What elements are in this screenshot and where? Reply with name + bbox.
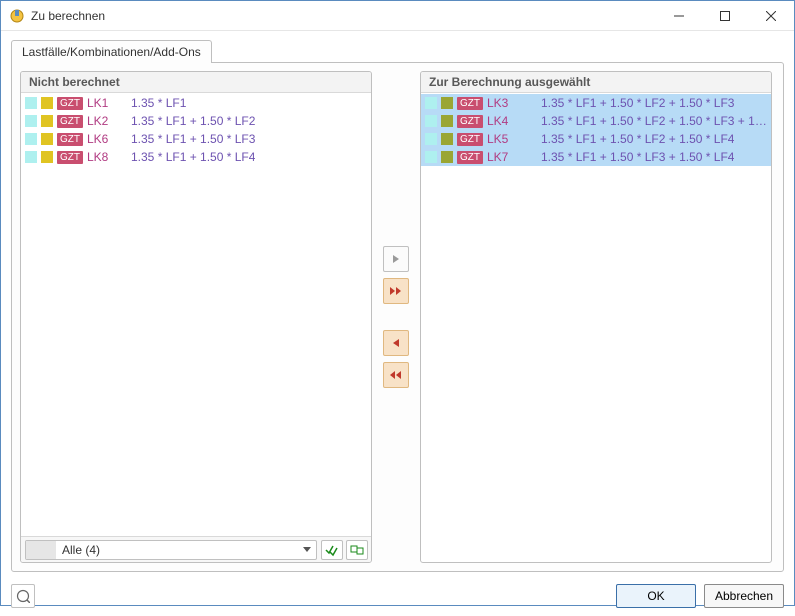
list-item[interactable]: GZT LK2 1.35 * LF1 + 1.50 * LF2 xyxy=(21,112,371,130)
category-swatch-2 xyxy=(41,133,53,145)
titlebar: Zu berechnen xyxy=(1,1,794,31)
formula-text: 1.35 * LF1 + 1.50 * LF2 xyxy=(131,114,255,128)
lk-code: LK1 xyxy=(87,96,127,110)
formula-text: 1.35 * LF1 + 1.50 * LF3 + 1.50 * LF4 xyxy=(541,150,734,164)
list-item[interactable]: GZT LK5 1.35 * LF1 + 1.50 * LF2 + 1.50 * L… xyxy=(421,130,771,148)
filter-combo[interactable]: Alle (4) xyxy=(25,540,317,560)
chevron-down-icon xyxy=(298,547,316,552)
move-all-left-button[interactable] xyxy=(383,362,409,388)
category-swatch-1 xyxy=(25,115,37,127)
ok-button[interactable]: OK xyxy=(616,584,696,608)
lk-code: LK4 xyxy=(487,114,537,128)
list-item[interactable]: GZT LK4 1.35 * LF1 + 1.50 * LF2 + 1.50 * L… xyxy=(421,112,771,130)
list-item[interactable]: GZT LK8 1.35 * LF1 + 1.50 * LF4 xyxy=(21,148,371,166)
combo-stripe xyxy=(26,541,56,559)
tab-strip: Lastfälle/Kombinationen/Add-Ons xyxy=(11,39,784,62)
select-all-button[interactable] xyxy=(321,540,343,560)
list-item[interactable]: GZT LK1 1.35 * LF1 xyxy=(21,94,371,112)
app-icon xyxy=(9,8,25,24)
gzt-badge: GZT xyxy=(457,97,483,110)
dialog-body: Lastfälle/Kombinationen/Add-Ons Nicht be… xyxy=(1,31,794,578)
formula-text: 1.35 * LF1 + 1.50 * LF3 xyxy=(131,132,255,146)
list-not-calculated[interactable]: GZT LK1 1.35 * LF1 GZT LK2 1.35 * LF1 + 1.50 … xyxy=(21,93,371,536)
list-selected[interactable]: GZT LK3 1.35 * LF1 + 1.50 * LF2 + 1.50 * L… xyxy=(421,93,771,562)
lk-code: LK5 xyxy=(487,132,537,146)
lk-code: LK8 xyxy=(87,150,127,164)
clear-selection-button[interactable] xyxy=(346,540,368,560)
formula-text: 1.35 * LF1 + 1.50 * LF2 + 1.50 * LF3 + 1… xyxy=(541,114,767,128)
category-swatch-2 xyxy=(41,151,53,163)
tab-panel: Nicht berechnet GZT LK1 1.35 * LF1 GZT LK2 1.… xyxy=(11,62,784,572)
category-swatch-2 xyxy=(41,115,53,127)
lk-code: LK2 xyxy=(87,114,127,128)
transfer-buttons xyxy=(372,71,420,563)
maximize-button[interactable] xyxy=(702,1,748,30)
category-swatch-2 xyxy=(41,97,53,109)
gzt-badge: GZT xyxy=(457,151,483,164)
category-swatch-2 xyxy=(441,97,453,109)
close-button[interactable] xyxy=(748,1,794,30)
category-swatch-1 xyxy=(425,133,437,145)
category-swatch-1 xyxy=(425,115,437,127)
gzt-badge: GZT xyxy=(57,115,83,128)
category-swatch-1 xyxy=(25,151,37,163)
category-swatch-2 xyxy=(441,115,453,127)
gzt-badge: GZT xyxy=(57,97,83,110)
category-swatch-1 xyxy=(425,151,437,163)
minimize-button[interactable] xyxy=(656,1,702,30)
category-swatch-1 xyxy=(25,97,37,109)
cancel-button[interactable]: Abbrechen xyxy=(704,584,784,608)
pane-header-right: Zur Berechnung ausgewählt xyxy=(421,72,771,93)
list-item[interactable]: GZT LK7 1.35 * LF1 + 1.50 * LF3 + 1.50 * L… xyxy=(421,148,771,166)
category-swatch-2 xyxy=(441,133,453,145)
gzt-badge: GZT xyxy=(457,115,483,128)
pane-selected: Zur Berechnung ausgewählt GZT LK3 1.35 * L… xyxy=(420,71,772,563)
window-title: Zu berechnen xyxy=(31,9,656,23)
list-item[interactable]: GZT LK3 1.35 * LF1 + 1.50 * LF2 + 1.50 * L… xyxy=(421,94,771,112)
lk-code: LK3 xyxy=(487,96,537,110)
tab-loadcases[interactable]: Lastfälle/Kombinationen/Add-Ons xyxy=(11,40,212,63)
gzt-badge: GZT xyxy=(457,133,483,146)
category-swatch-1 xyxy=(25,133,37,145)
bottom-bar: OK Abbrechen xyxy=(1,578,794,616)
gzt-badge: GZT xyxy=(57,133,83,146)
formula-text: 1.35 * LF1 + 1.50 * LF2 + 1.50 * LF3 xyxy=(541,96,734,110)
category-swatch-2 xyxy=(441,151,453,163)
move-all-right-button[interactable] xyxy=(383,278,409,304)
pane-header-left: Nicht berechnet xyxy=(21,72,371,93)
help-button[interactable] xyxy=(11,584,35,608)
lk-code: LK6 xyxy=(87,132,127,146)
gzt-badge: GZT xyxy=(57,151,83,164)
window-buttons xyxy=(656,1,794,30)
list-item[interactable]: GZT LK6 1.35 * LF1 + 1.50 * LF3 xyxy=(21,130,371,148)
pane-footer-left: Alle (4) xyxy=(21,536,371,562)
lk-code: LK7 xyxy=(487,150,537,164)
filter-combo-text: Alle (4) xyxy=(56,543,298,557)
formula-text: 1.35 * LF1 + 1.50 * LF4 xyxy=(131,150,255,164)
formula-text: 1.35 * LF1 xyxy=(131,96,186,110)
category-swatch-1 xyxy=(425,97,437,109)
move-left-button[interactable] xyxy=(383,330,409,356)
move-right-button[interactable] xyxy=(383,246,409,272)
pane-not-calculated: Nicht berechnet GZT LK1 1.35 * LF1 GZT LK2 1.… xyxy=(20,71,372,563)
formula-text: 1.35 * LF1 + 1.50 * LF2 + 1.50 * LF4 xyxy=(541,132,734,146)
